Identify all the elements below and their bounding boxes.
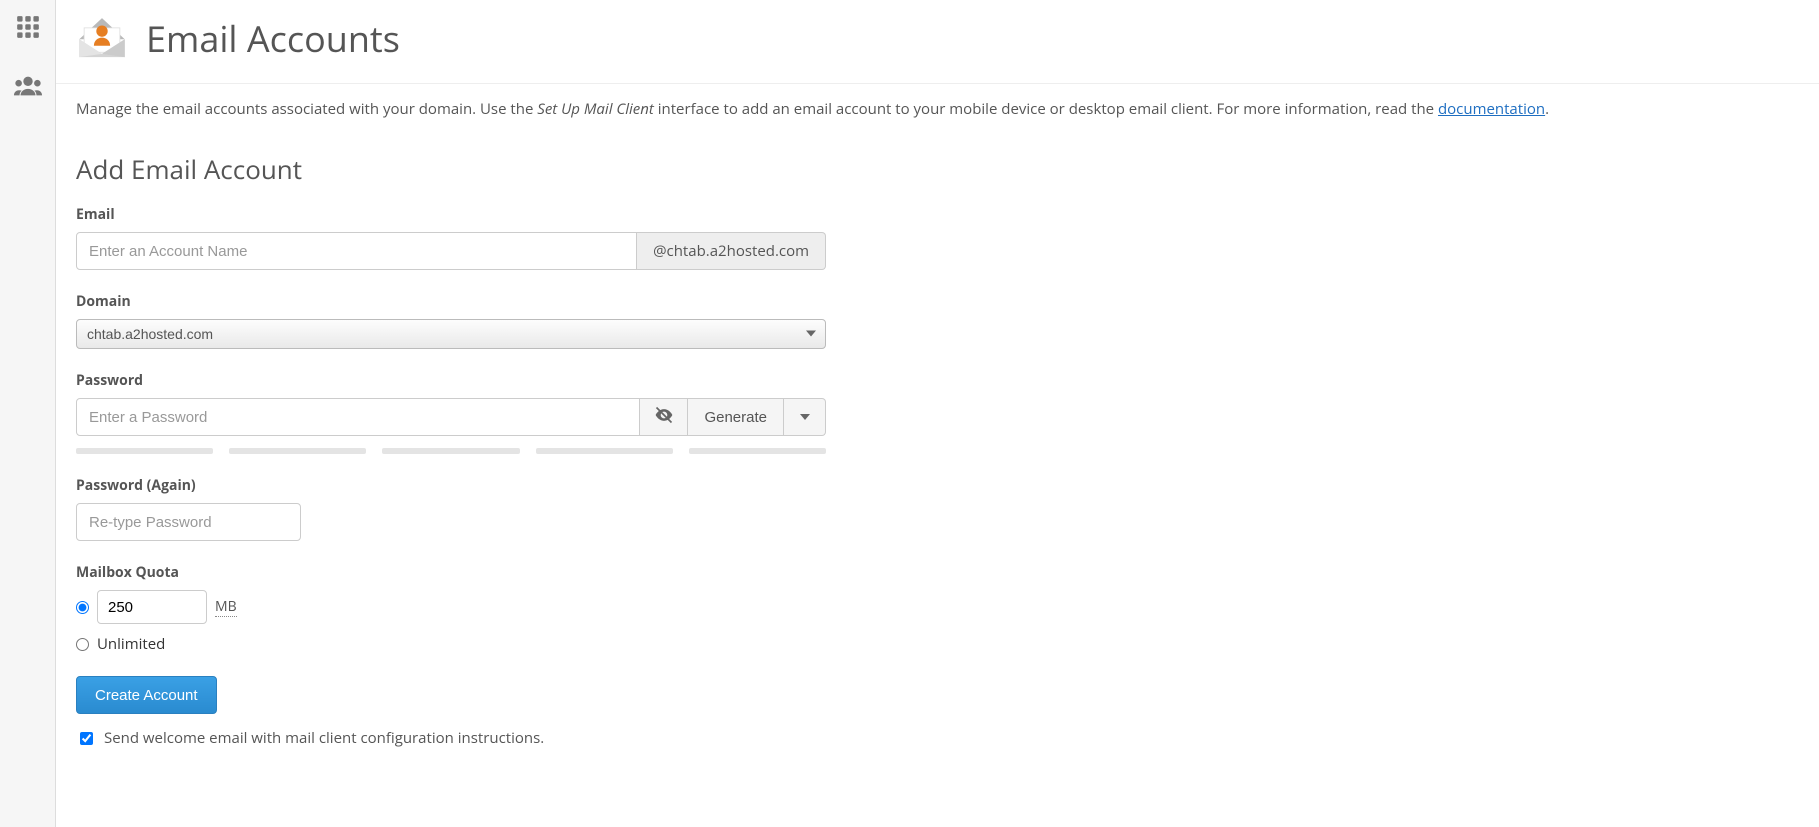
section-title: Add Email Account	[76, 151, 1799, 187]
email-input[interactable]	[76, 232, 637, 270]
email-accounts-icon	[76, 10, 128, 67]
email-label: Email	[76, 205, 826, 224]
quota-label: Mailbox Quota	[76, 563, 826, 582]
create-account-button[interactable]: Create Account	[76, 676, 217, 714]
domain-label: Domain	[76, 292, 826, 311]
quota-unlimited-label: Unlimited	[97, 634, 165, 654]
documentation-link[interactable]: documentation	[1438, 99, 1545, 119]
page-header: Email Accounts	[56, 0, 1819, 84]
password-label: Password	[76, 371, 826, 390]
domain-select[interactable]: chtab.a2hosted.com	[76, 319, 826, 349]
quota-value-input[interactable]	[97, 590, 207, 624]
send-welcome-label: Send welcome email with mail client conf…	[104, 728, 544, 748]
add-email-form: Email @chtab.a2hosted.com Domain chtab.a…	[76, 205, 826, 748]
quota-limited-radio[interactable]	[76, 601, 89, 614]
users-icon[interactable]	[7, 67, 49, 110]
intro-text: Manage the email accounts associated wit…	[76, 98, 1799, 121]
eye-slash-icon	[654, 405, 674, 429]
email-domain-suffix: @chtab.a2hosted.com	[637, 232, 826, 270]
left-sidebar	[0, 0, 56, 827]
generate-password-button[interactable]: Generate	[688, 398, 784, 436]
send-welcome-checkbox[interactable]	[80, 732, 93, 745]
password-input[interactable]	[76, 398, 640, 436]
quota-unlimited-radio[interactable]	[76, 638, 89, 651]
caret-down-icon	[800, 409, 810, 426]
toggle-password-visibility-button[interactable]	[640, 398, 688, 436]
apps-icon[interactable]	[9, 8, 47, 51]
password-strength-meter	[76, 448, 826, 454]
page-title: Email Accounts	[146, 14, 400, 63]
quota-unit: MB	[215, 597, 237, 617]
main-content: Email Accounts Manage the email accounts…	[56, 0, 1819, 827]
generate-options-button[interactable]	[784, 398, 826, 436]
password-again-input[interactable]	[76, 503, 301, 541]
password-again-label: Password (Again)	[76, 476, 826, 495]
